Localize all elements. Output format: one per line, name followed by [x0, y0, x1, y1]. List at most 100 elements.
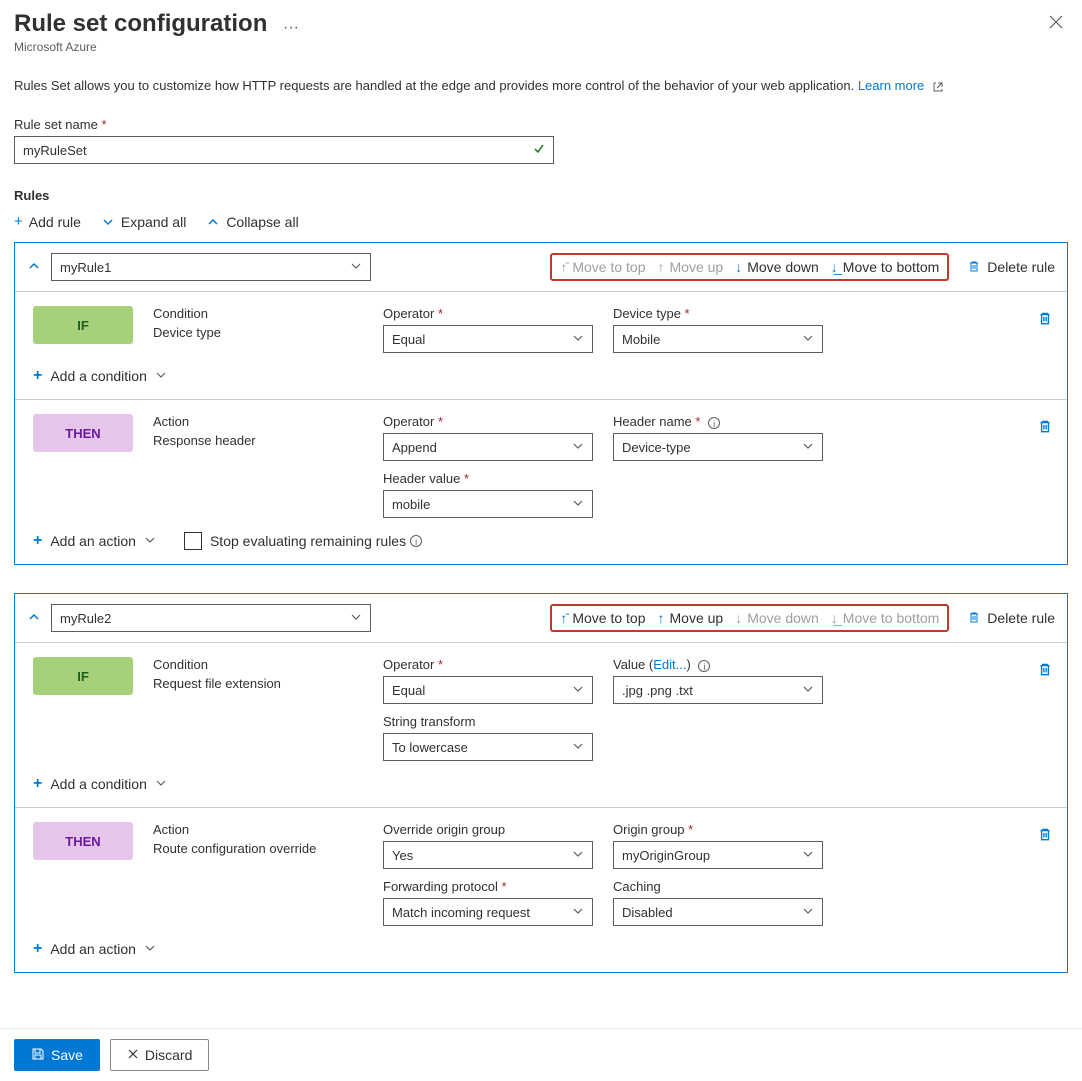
caching-label: Caching: [613, 879, 661, 894]
info-icon[interactable]: i: [698, 660, 710, 672]
chevron-down-icon: [572, 440, 584, 455]
chevron-down-icon: [350, 611, 362, 626]
chevron-down-icon: [572, 905, 584, 920]
add-condition-button[interactable]: + Add a condition: [33, 775, 1049, 793]
chevron-down-icon: [802, 683, 814, 698]
operator-select[interactable]: Equal: [383, 676, 593, 704]
device-type-label: Device type: [613, 306, 681, 321]
collapse-all-button[interactable]: Collapse all: [206, 213, 298, 230]
value-select[interactable]: .jpg .png .txt: [613, 676, 823, 704]
collapse-rule-button[interactable]: [27, 259, 41, 276]
add-condition-button[interactable]: + Add a condition: [33, 367, 1049, 385]
origin-group-select[interactable]: myOriginGroup: [613, 841, 823, 869]
action-label: Action: [153, 822, 363, 837]
chevron-down-icon: [802, 332, 814, 347]
chevron-down-icon: [572, 740, 584, 755]
action-type: Route configuration override: [153, 841, 363, 856]
move-down-button: ↓Move down: [735, 610, 819, 626]
rule-box: myRule1 ↑̄Move to top ↑Move up ↓Move dow…: [14, 242, 1068, 565]
condition-type: Device type: [153, 325, 363, 340]
delete-action-button[interactable]: [1037, 826, 1053, 847]
header-name-label: Header name: [613, 414, 692, 429]
operator-label: Operator: [383, 657, 434, 672]
chevron-down-icon: [572, 683, 584, 698]
page-title: Rule set configuration: [14, 10, 267, 38]
save-button[interactable]: Save: [14, 1039, 100, 1071]
chevron-down-icon: [155, 369, 167, 384]
discard-button[interactable]: Discard: [110, 1039, 209, 1071]
move-bottom-button: ↓̲Move to bottom: [831, 610, 940, 626]
ruleset-name-label: Rule set name: [14, 117, 98, 132]
if-badge: IF: [33, 306, 133, 344]
chevron-down-icon: [572, 848, 584, 863]
move-down-button[interactable]: ↓Move down: [735, 259, 819, 275]
forwarding-protocol-label: Forwarding protocol: [383, 879, 498, 894]
plus-icon: +: [33, 532, 42, 550]
rule-name-select[interactable]: myRule1: [51, 253, 371, 281]
override-origin-select[interactable]: Yes: [383, 841, 593, 869]
chevron-down-icon: [802, 440, 814, 455]
move-up-button[interactable]: ↑Move up: [658, 610, 724, 626]
string-transform-label: String transform: [383, 714, 475, 729]
move-toolbar: ↑̄Move to top ↑Move up ↓Move down ↓̲Move…: [550, 253, 949, 281]
close-icon: [127, 1047, 139, 1063]
rule-name-select[interactable]: myRule2: [51, 604, 371, 632]
move-top-button[interactable]: ↑̄Move to top: [560, 610, 645, 626]
chevron-down-icon: [144, 942, 156, 957]
chevron-down-icon: [144, 534, 156, 549]
chevron-down-icon: [572, 332, 584, 347]
chevron-down-icon: [802, 848, 814, 863]
info-icon[interactable]: i: [708, 417, 720, 429]
header-value-select[interactable]: mobile: [383, 490, 593, 518]
plus-icon: +: [33, 940, 42, 958]
stop-evaluating-checkbox[interactable]: Stop evaluating remaining rules i: [184, 532, 422, 550]
more-menu-icon[interactable]: ···: [283, 19, 299, 37]
collapse-rule-button[interactable]: [27, 610, 41, 627]
action-type: Response header: [153, 433, 363, 448]
action-label: Action: [153, 414, 363, 429]
checkmark-icon: [533, 143, 545, 158]
condition-type: Request file extension: [153, 676, 363, 691]
add-action-button[interactable]: + Add an action: [33, 940, 1049, 958]
description-text: Rules Set allows you to customize how HT…: [14, 78, 1068, 93]
plus-icon: +: [33, 775, 42, 793]
add-rule-button[interactable]: + Add rule: [14, 213, 81, 230]
operator-label: Operator: [383, 306, 434, 321]
edit-link[interactable]: Edit...: [653, 657, 686, 672]
learn-more-link[interactable]: Learn more: [858, 78, 924, 93]
chevron-up-icon: [206, 215, 220, 229]
expand-all-button[interactable]: Expand all: [101, 213, 186, 230]
add-action-button[interactable]: + Add an action: [33, 532, 156, 550]
header-name-select[interactable]: Device-type: [613, 433, 823, 461]
caching-select[interactable]: Disabled: [613, 898, 823, 926]
move-bottom-button[interactable]: ↓̲Move to bottom: [831, 259, 940, 275]
operator-select[interactable]: Equal: [383, 325, 593, 353]
delete-condition-button[interactable]: [1037, 661, 1053, 682]
save-icon: [31, 1047, 45, 1064]
close-button[interactable]: [1044, 10, 1068, 39]
header-value-label: Header value: [383, 471, 460, 486]
ruleset-name-input[interactable]: myRuleSet: [14, 136, 554, 164]
origin-group-label: Origin group: [613, 822, 685, 837]
chevron-down-icon: [350, 260, 362, 275]
trash-icon: [967, 610, 981, 627]
override-origin-label: Override origin group: [383, 822, 505, 837]
info-icon[interactable]: i: [410, 535, 422, 547]
delete-rule-button[interactable]: Delete rule: [967, 610, 1055, 627]
delete-action-button[interactable]: [1037, 418, 1053, 439]
condition-label: Condition: [153, 306, 363, 321]
chevron-down-icon: [155, 777, 167, 792]
forwarding-protocol-select[interactable]: Match incoming request: [383, 898, 593, 926]
chevron-down-icon: [101, 215, 115, 229]
move-up-button: ↑Move up: [658, 259, 724, 275]
string-transform-select[interactable]: To lowercase: [383, 733, 593, 761]
condition-label: Condition: [153, 657, 363, 672]
rules-section-title: Rules: [14, 188, 1068, 203]
chevron-down-icon: [572, 497, 584, 512]
page-subtitle: Microsoft Azure: [14, 40, 299, 54]
action-operator-select[interactable]: Append: [383, 433, 593, 461]
delete-condition-button[interactable]: [1037, 310, 1053, 331]
device-type-select[interactable]: Mobile: [613, 325, 823, 353]
rule-box: myRule2 ↑̄Move to top ↑Move up ↓Move dow…: [14, 593, 1068, 973]
delete-rule-button[interactable]: Delete rule: [967, 259, 1055, 276]
